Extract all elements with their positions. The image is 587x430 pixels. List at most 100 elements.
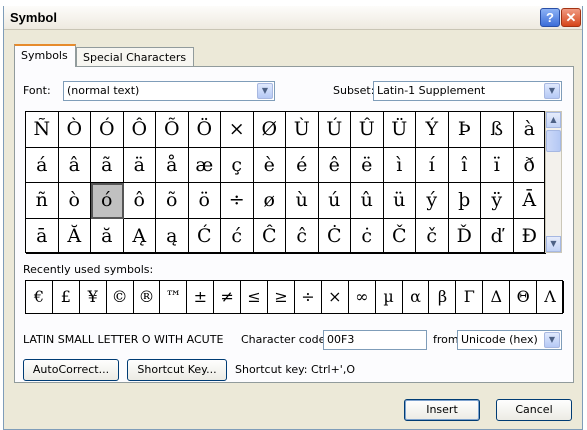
- recent-symbol-cell[interactable]: µ: [376, 281, 403, 313]
- symbol-cell[interactable]: ý: [416, 183, 449, 219]
- recent-symbol-cell[interactable]: €: [26, 281, 53, 313]
- close-button[interactable]: ✕: [561, 8, 581, 27]
- symbol-cell[interactable]: Ö: [188, 112, 221, 148]
- symbol-cell[interactable]: Ą: [123, 218, 156, 254]
- symbol-cell[interactable]: Ĉ: [253, 218, 286, 254]
- recent-symbol-cell[interactable]: β: [430, 281, 457, 313]
- symbol-cell[interactable]: ù: [286, 183, 319, 219]
- recent-symbol-cell[interactable]: ≤: [241, 281, 269, 313]
- symbol-cell[interactable]: ð: [513, 147, 546, 183]
- symbol-cell[interactable]: í: [416, 147, 449, 183]
- symbol-cell[interactable]: è: [253, 147, 286, 183]
- help-button[interactable]: ?: [540, 8, 560, 27]
- symbol-cell[interactable]: ą: [156, 218, 189, 254]
- symbol-cell[interactable]: ć: [221, 218, 254, 254]
- symbol-cell[interactable]: ç: [221, 147, 254, 183]
- recent-symbol-cell[interactable]: ®: [134, 281, 161, 313]
- symbol-cell[interactable]: ċ: [351, 218, 384, 254]
- symbol-cell[interactable]: č: [416, 218, 449, 254]
- symbol-cell[interactable]: ú: [318, 183, 351, 219]
- symbol-cell[interactable]: Þ: [448, 112, 481, 148]
- insert-button[interactable]: Insert: [404, 399, 480, 421]
- symbol-cell[interactable]: ê: [318, 147, 351, 183]
- symbol-cell[interactable]: ÿ: [481, 183, 514, 219]
- recent-symbol-cell[interactable]: ©: [107, 281, 134, 313]
- symbol-cell[interactable]: Č: [383, 218, 416, 254]
- recent-symbol-cell[interactable]: α: [403, 281, 430, 313]
- symbol-cell[interactable]: Ó: [91, 112, 124, 148]
- recent-symbol-cell[interactable]: ≠: [214, 281, 242, 313]
- symbol-cell[interactable]: õ: [156, 183, 189, 219]
- symbol-cell[interactable]: ā: [26, 218, 59, 254]
- symbol-cell[interactable]: æ: [188, 147, 221, 183]
- symbol-cell[interactable]: â: [58, 147, 91, 183]
- chevron-up-icon[interactable]: ▲: [546, 112, 561, 128]
- symbol-cell[interactable]: ã: [91, 147, 124, 183]
- symbol-cell[interactable]: Ý: [416, 112, 449, 148]
- recent-symbol-cell[interactable]: £: [53, 281, 80, 313]
- symbol-cell[interactable]: Ø: [253, 112, 286, 148]
- symbol-cell[interactable]: ü: [383, 183, 416, 219]
- cancel-button[interactable]: Cancel: [496, 399, 572, 421]
- recent-symbol-cell[interactable]: ∞: [349, 281, 376, 313]
- symbol-cell[interactable]: Ò: [58, 112, 91, 148]
- symbol-cell[interactable]: ö: [188, 183, 221, 219]
- title-bar[interactable]: Symbol ? ✕: [4, 6, 582, 30]
- symbol-cell[interactable]: Ċ: [318, 218, 351, 254]
- symbol-cell[interactable]: ì: [383, 147, 416, 183]
- symbol-cell[interactable]: ĉ: [286, 218, 319, 254]
- symbol-cell[interactable]: ă: [91, 218, 124, 254]
- symbol-cell[interactable]: î: [448, 147, 481, 183]
- recent-symbol-cell[interactable]: Γ: [456, 281, 484, 313]
- symbol-cell[interactable]: ä: [123, 147, 156, 183]
- recent-symbol-cell[interactable]: ™: [161, 281, 188, 313]
- recent-symbol-cell[interactable]: Δ: [483, 281, 511, 313]
- symbol-cell[interactable]: û: [351, 183, 384, 219]
- symbol-cell[interactable]: ñ: [26, 183, 59, 219]
- symbol-cell[interactable]: þ: [448, 183, 481, 219]
- symbol-cell[interactable]: Ô: [123, 112, 156, 148]
- recent-symbol-cell[interactable]: ÷: [295, 281, 322, 313]
- symbol-grid[interactable]: Ñ Ò Ó Ô Õ Ö × Ø Ù Ú Û Ü Ý Þß à á â ã ä å æ ç è é ê ë ì í î ï ð ñ ò ó ô õ ö ÷ ø…: [25, 111, 546, 254]
- autocorrect-button[interactable]: AutoCorrect...: [23, 359, 119, 381]
- from-dropdown[interactable]: Unicode (hex) ▼: [457, 330, 562, 350]
- symbol-cell[interactable]: ô: [123, 183, 156, 219]
- recent-symbol-cell[interactable]: ≥: [268, 281, 295, 313]
- recent-symbol-cell[interactable]: Θ: [510, 281, 538, 313]
- recent-symbol-cell[interactable]: Λ: [537, 281, 564, 313]
- character-code-input[interactable]: 00F3: [323, 330, 427, 350]
- symbol-cell[interactable]: Ă: [58, 218, 91, 254]
- symbol-cell[interactable]: Đ: [513, 218, 546, 254]
- recent-symbol-cell[interactable]: ¥: [80, 281, 107, 313]
- chevron-down-icon[interactable]: ▼: [546, 236, 561, 252]
- symbol-cell[interactable]: Ñ: [26, 112, 59, 148]
- symbol-cell[interactable]: ó: [91, 183, 124, 219]
- symbol-cell[interactable]: ×: [221, 112, 254, 148]
- symbol-cell[interactable]: Õ: [156, 112, 189, 148]
- chevron-down-icon[interactable]: ▼: [544, 83, 560, 99]
- symbol-cell[interactable]: å: [156, 147, 189, 183]
- symbol-cell[interactable]: ď: [481, 218, 514, 254]
- symbol-cell[interactable]: Ú: [318, 112, 351, 148]
- tab-symbols[interactable]: Symbols: [14, 44, 76, 67]
- symbol-cell[interactable]: ø: [253, 183, 286, 219]
- symbol-cell[interactable]: Û: [351, 112, 384, 148]
- shortcut-key-button[interactable]: Shortcut Key...: [127, 359, 227, 381]
- recent-symbol-cell[interactable]: ×: [322, 281, 349, 313]
- recent-symbol-cell[interactable]: ±: [187, 281, 215, 313]
- chevron-down-icon[interactable]: ▼: [544, 332, 560, 348]
- symbol-cell[interactable]: ï: [481, 147, 514, 183]
- symbol-grid-scrollbar[interactable]: ▲ ▼: [545, 111, 562, 253]
- symbol-cell[interactable]: Ā: [513, 183, 546, 219]
- chevron-down-icon[interactable]: ▼: [257, 83, 273, 99]
- scrollbar-thumb[interactable]: [546, 130, 561, 152]
- symbol-cell[interactable]: ò: [58, 183, 91, 219]
- symbol-cell[interactable]: é: [286, 147, 319, 183]
- symbol-cell[interactable]: á: [26, 147, 59, 183]
- symbol-cell[interactable]: ë: [351, 147, 384, 183]
- font-dropdown[interactable]: (normal text) ▼: [63, 81, 275, 101]
- symbol-cell[interactable]: Ć: [188, 218, 221, 254]
- recent-symbols-row[interactable]: € £ ¥ © ® ™ ± ≠ ≤ ≥ ÷ × ∞ µ α β Γ Δ Θ Λ: [25, 280, 564, 314]
- symbol-cell[interactable]: ß: [481, 112, 514, 148]
- symbol-cell[interactable]: Ď: [448, 218, 481, 254]
